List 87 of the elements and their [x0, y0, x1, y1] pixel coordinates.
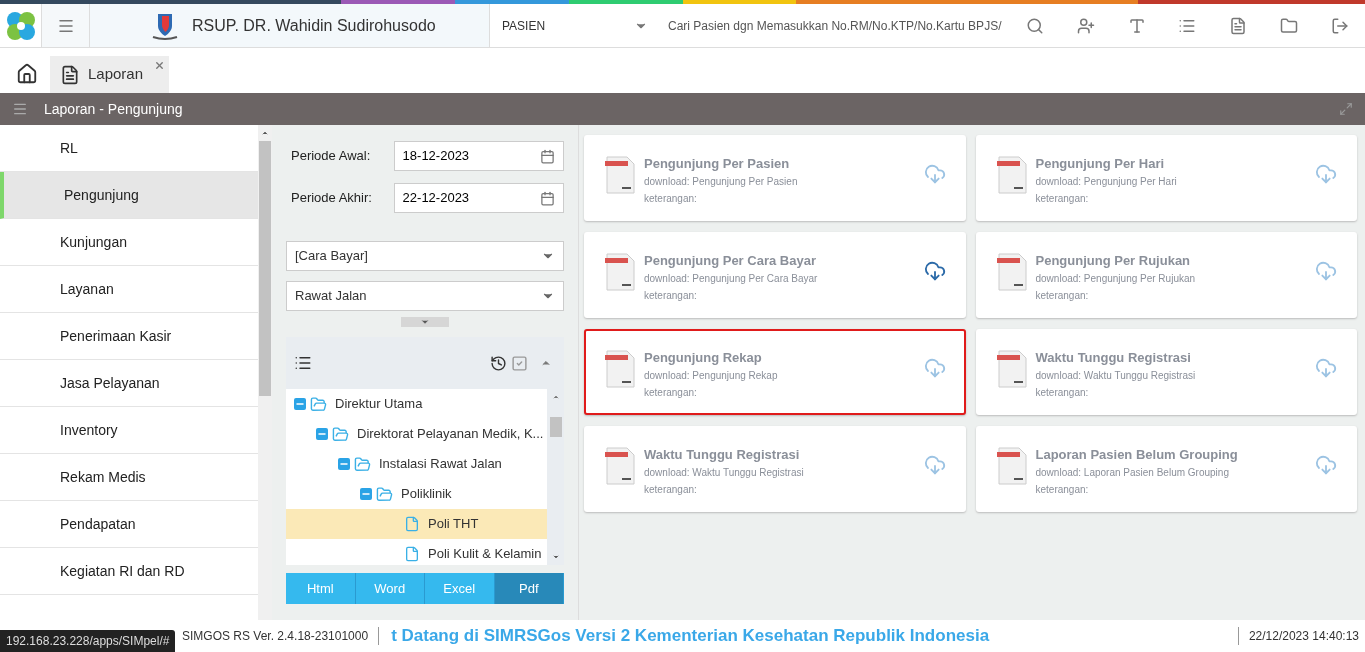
report-title: Pengunjung Per Hari [1035, 155, 1166, 173]
text-icon[interactable] [1127, 16, 1146, 35]
scroll-up-icon[interactable] [551, 393, 560, 401]
search-icon[interactable] [1026, 16, 1045, 35]
report-title: Waktu Tunggu Registrasi [644, 446, 801, 464]
report-file-icon [604, 252, 636, 292]
report-note: keterangan: [644, 386, 698, 400]
date-label: Periode Akhir: [290, 189, 373, 208]
folder-icon [376, 485, 393, 503]
close-icon[interactable] [154, 60, 166, 71]
tree-item[interactable]: Instalasi Rawat Jalan [286, 449, 547, 479]
report-title: Pengunjung Per Cara Bayar [644, 252, 817, 270]
collapse-handle[interactable] [401, 317, 449, 327]
folder-icon[interactable] [1279, 16, 1298, 35]
panel-title: Laporan - Pengunjung [44, 99, 183, 119]
report-note: keterangan: [1035, 289, 1090, 303]
cloud-download-icon[interactable] [923, 260, 946, 282]
expand-icon [1339, 102, 1353, 116]
logout-icon[interactable] [1330, 16, 1349, 35]
report-note: keterangan: [1035, 386, 1090, 400]
add-user-icon[interactable] [1077, 16, 1096, 35]
link-preview-tooltip: 192.168.23.228/apps/SIMpel/# [0, 630, 176, 652]
report-title: Waktu Tunggu Registrasi [1035, 349, 1192, 367]
folder-icon [354, 455, 371, 473]
scroll-up-icon[interactable] [261, 129, 269, 137]
report-title: Laporan Pasien Belum Grouping [1035, 446, 1238, 464]
file-icon [404, 516, 420, 532]
report-download-text: download: Waktu Tunggu Registrasi [1035, 369, 1196, 383]
report-file-icon [995, 349, 1028, 389]
report-note: keterangan: [644, 483, 698, 497]
report-file-icon [995, 446, 1028, 486]
collapse-icon[interactable] [294, 398, 306, 410]
tree-item[interactable]: Poliklinik [286, 479, 547, 509]
report-download-text: download: Pengunjung Per Rujukan [1035, 272, 1196, 286]
date-field[interactable]: 18-12-2023 [393, 141, 564, 171]
report-note: keterangan: [1035, 483, 1090, 497]
tree-item[interactable]: Poli THT [286, 509, 547, 539]
report-file-icon [604, 349, 636, 389]
report-file-icon [604, 446, 636, 486]
report-file-icon [995, 252, 1028, 292]
menu-icon [12, 101, 28, 117]
tree-item[interactable]: Poli Kulit & Kelamin [286, 539, 547, 565]
report-note: keterangan: [644, 192, 698, 206]
check-all-icon[interactable] [511, 354, 528, 372]
report-download-text: download: Pengunjung Per Cara Bayar [644, 272, 818, 286]
footer-datetime: 22/12/2023 14:40:13 [1237, 627, 1365, 645]
report-file-icon [604, 155, 636, 195]
category-dropdown[interactable]: PASIEN [490, 4, 660, 47]
collapse-icon[interactable] [360, 488, 372, 500]
report-download-text: download: Waktu Tunggu Registrasi [644, 466, 804, 480]
folder-icon [332, 425, 349, 443]
reset-icon[interactable] [490, 354, 507, 372]
date-label: Periode Awal: [290, 147, 372, 166]
calendar-icon [540, 190, 555, 206]
select-field[interactable]: Rawat Jalan [286, 281, 564, 311]
report-file-icon [995, 155, 1028, 195]
calendar-icon [540, 148, 555, 164]
select-field[interactable]: [Cara Bayar] [286, 241, 564, 271]
tree-item[interactable]: Direktorat Pelayanan Medik, K... [286, 419, 547, 449]
menu-button[interactable] [42, 4, 90, 47]
welcome-marquee: t Datang di SIMRSGos Versi 2 Kementerian Kesehatan Republik Indonesia [390, 625, 990, 648]
report-tab[interactable]: Laporan [50, 56, 170, 93]
hospital-name: RSUP. DR. Wahidin Sudirohusodo [192, 15, 436, 36]
patient-search-field[interactable]: Cari Pasien dgn Memasukkan No.RM/No.KTP/No.Kartu BPJS/ [660, 16, 1010, 35]
list-icon [294, 354, 312, 372]
tree-item[interactable]: Direktur Utama [286, 389, 547, 419]
folder-icon [310, 395, 327, 413]
report-download-text: download: Laporan Pasien Belum Grouping [1035, 466, 1230, 480]
report-download-text: download: Pengunjung Per Pasien [644, 175, 798, 189]
scroll-thumb[interactable] [549, 417, 562, 437]
sidebar-item[interactable]: Pengunjung [0, 172, 258, 219]
date-field[interactable]: 22-12-2023 [393, 183, 564, 213]
report-title: Pengunjung Rekap [644, 349, 763, 367]
report-download-text: download: Pengunjung Per Hari [1035, 175, 1177, 189]
report-note: keterangan: [1035, 192, 1090, 206]
home-button[interactable] [16, 63, 38, 85]
report-title: Pengunjung Per Pasien [644, 155, 791, 173]
scroll-down-icon[interactable] [551, 553, 560, 561]
report-note: keterangan: [644, 289, 698, 303]
document-icon [60, 64, 80, 85]
collapse-icon[interactable] [316, 428, 328, 440]
app-logo-icon [4, 9, 37, 42]
export-button[interactable]: Pdf [494, 573, 564, 604]
collapse-icon[interactable] [338, 458, 350, 470]
file-icon [404, 546, 420, 562]
report-download-text: download: Pengunjung Rekap [644, 369, 778, 383]
report-title: Pengunjung Per Rujukan [1035, 252, 1192, 270]
